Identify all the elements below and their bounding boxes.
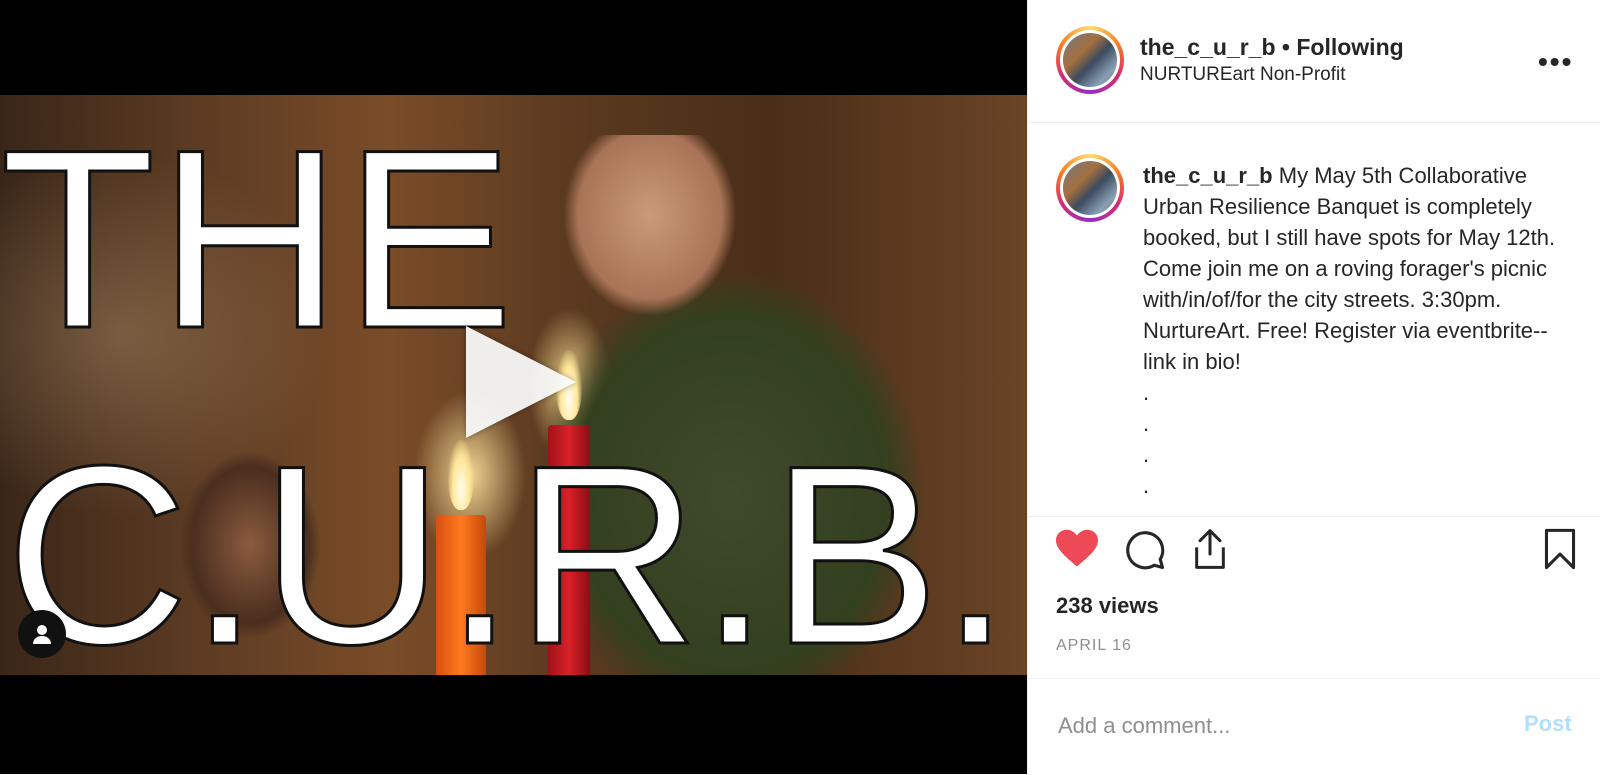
comment-input[interactable] xyxy=(1056,707,1500,745)
caption-dot: . xyxy=(1143,411,1150,436)
bookmark-icon[interactable] xyxy=(1542,527,1578,571)
heart-filled-icon[interactable] xyxy=(1056,529,1098,569)
avatar-image xyxy=(1063,33,1117,87)
post-header: the_c_u_r_b • Following NURTUREart Non-P… xyxy=(1028,0,1600,123)
location-link[interactable]: NURTUREart Non-Profit xyxy=(1140,64,1346,86)
more-horizontal-icon[interactable]: ••• xyxy=(1538,46,1573,78)
action-bar: 238 views APRIL 16 xyxy=(1028,516,1600,677)
header-user-line: the_c_u_r_b • Following xyxy=(1140,34,1404,61)
comment-icon[interactable] xyxy=(1124,529,1166,571)
header-separator: • xyxy=(1281,34,1290,60)
comment-box: Post xyxy=(1028,678,1600,775)
post-panel: the_c_u_r_b • Following NURTUREart Non-P… xyxy=(1027,0,1600,774)
caption-text: the_c_u_r_b My May 5th Collaborative Urb… xyxy=(1143,160,1583,501)
caption-avatar[interactable] xyxy=(1056,154,1124,222)
play-icon[interactable] xyxy=(466,326,576,438)
post-button[interactable]: Post xyxy=(1524,711,1572,737)
views-count[interactable]: 238 views xyxy=(1056,593,1159,619)
header-username[interactable]: the_c_u_r_b xyxy=(1140,34,1276,60)
caption-dots: . . . . xyxy=(1143,377,1583,501)
caption-dot: . xyxy=(1143,473,1150,498)
caption-dot: . xyxy=(1143,380,1150,405)
video-player[interactable]: THE C.U.R.B. xyxy=(0,0,1027,774)
avatar-image xyxy=(1063,161,1117,215)
caption-body: My May 5th Collaborative Urban Resilienc… xyxy=(1143,163,1556,374)
user-icon xyxy=(33,625,51,644)
post-date[interactable]: APRIL 16 xyxy=(1056,637,1132,655)
caption-username[interactable]: the_c_u_r_b xyxy=(1143,163,1273,188)
avatar[interactable] xyxy=(1056,26,1124,94)
share-icon[interactable] xyxy=(1190,527,1230,571)
caption-dot: . xyxy=(1143,442,1150,467)
caption-section: the_c_u_r_b My May 5th Collaborative Urb… xyxy=(1028,122,1600,516)
follow-status-button[interactable]: Following xyxy=(1296,34,1403,60)
video-title-line2: C.U.R.B. xyxy=(4,413,1013,698)
tagged-user-button[interactable] xyxy=(18,610,66,658)
